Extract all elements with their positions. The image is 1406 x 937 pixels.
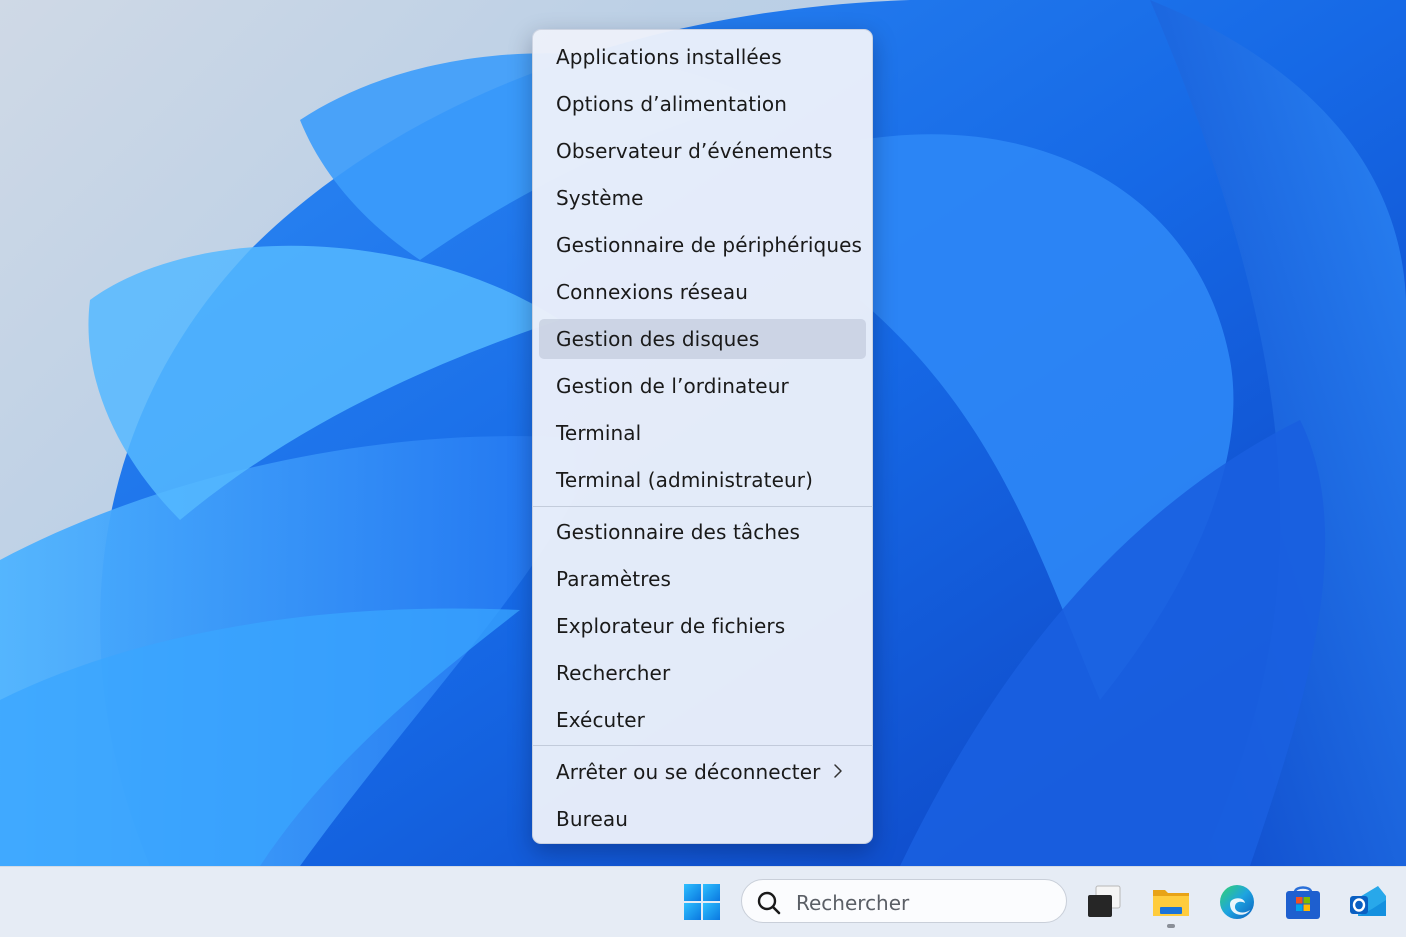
- menu-item-settings[interactable]: Paramètres: [539, 559, 866, 599]
- menu-item-label: Options d’alimentation: [556, 92, 788, 116]
- menu-item-device-manager[interactable]: Gestionnaire de périphériques: [539, 225, 866, 265]
- taskbar-search-box[interactable]: Rechercher: [741, 879, 1067, 923]
- file-explorer-icon[interactable]: [1151, 882, 1191, 922]
- menu-separator: [533, 506, 872, 507]
- running-indicator: [1167, 924, 1175, 928]
- menu-item-label: Observateur d’événements: [556, 139, 833, 163]
- menu-item-label: Gestionnaire des tâches: [556, 520, 801, 544]
- menu-item-label: Terminal (administrateur): [556, 468, 813, 492]
- search-placeholder: Rechercher: [796, 891, 910, 915]
- winx-context-menu: Applications installées Options d’alimen…: [532, 29, 873, 844]
- menu-item-label: Exécuter: [556, 708, 646, 732]
- menu-item-terminal-admin[interactable]: Terminal (administrateur): [539, 460, 866, 500]
- menu-item-label: Gestion de l’ordinateur: [556, 374, 789, 398]
- menu-item-file-explorer[interactable]: Explorateur de fichiers: [539, 606, 866, 646]
- menu-item-label: Système: [556, 186, 644, 210]
- menu-item-desktop[interactable]: Bureau: [539, 799, 866, 839]
- menu-item-search[interactable]: Rechercher: [539, 653, 866, 693]
- menu-item-label: Gestion des disques: [556, 327, 760, 351]
- menu-item-system[interactable]: Système: [539, 178, 866, 218]
- menu-item-shutdown-signout[interactable]: Arrêter ou se déconnecter: [539, 752, 866, 792]
- menu-item-label: Arrêter ou se déconnecter: [556, 760, 821, 784]
- menu-item-installed-apps[interactable]: Applications installées: [539, 37, 866, 77]
- menu-item-label: Rechercher: [556, 661, 671, 685]
- edge-icon[interactable]: [1217, 882, 1257, 922]
- menu-item-label: Terminal: [556, 421, 642, 445]
- outlook-icon[interactable]: [1348, 882, 1388, 922]
- menu-item-label: Explorateur de fichiers: [556, 614, 786, 638]
- menu-item-network-connections[interactable]: Connexions réseau: [539, 272, 866, 312]
- task-view-icon[interactable]: [1085, 882, 1125, 922]
- menu-item-computer-management[interactable]: Gestion de l’ordinateur: [539, 366, 866, 406]
- menu-item-disk-management[interactable]: Gestion des disques: [539, 319, 866, 359]
- menu-item-label: Gestionnaire de périphériques: [556, 233, 863, 257]
- chevron-right-icon: [834, 764, 842, 778]
- menu-item-label: Connexions réseau: [556, 280, 749, 304]
- menu-item-terminal[interactable]: Terminal: [539, 413, 866, 453]
- menu-item-label: Paramètres: [556, 567, 672, 591]
- menu-item-label: Applications installées: [556, 45, 782, 69]
- menu-item-run[interactable]: Exécuter: [539, 700, 866, 740]
- menu-separator: [533, 745, 872, 746]
- menu-item-label: Bureau: [556, 807, 629, 831]
- windows-start-icon[interactable]: [682, 882, 722, 922]
- taskbar: Rechercher: [0, 866, 1406, 937]
- menu-item-task-manager[interactable]: Gestionnaire des tâches: [539, 512, 866, 552]
- menu-item-event-viewer[interactable]: Observateur d’événements: [539, 131, 866, 171]
- menu-item-power-options[interactable]: Options d’alimentation: [539, 84, 866, 124]
- search-icon: [757, 891, 781, 915]
- microsoft-store-icon[interactable]: [1283, 882, 1323, 922]
